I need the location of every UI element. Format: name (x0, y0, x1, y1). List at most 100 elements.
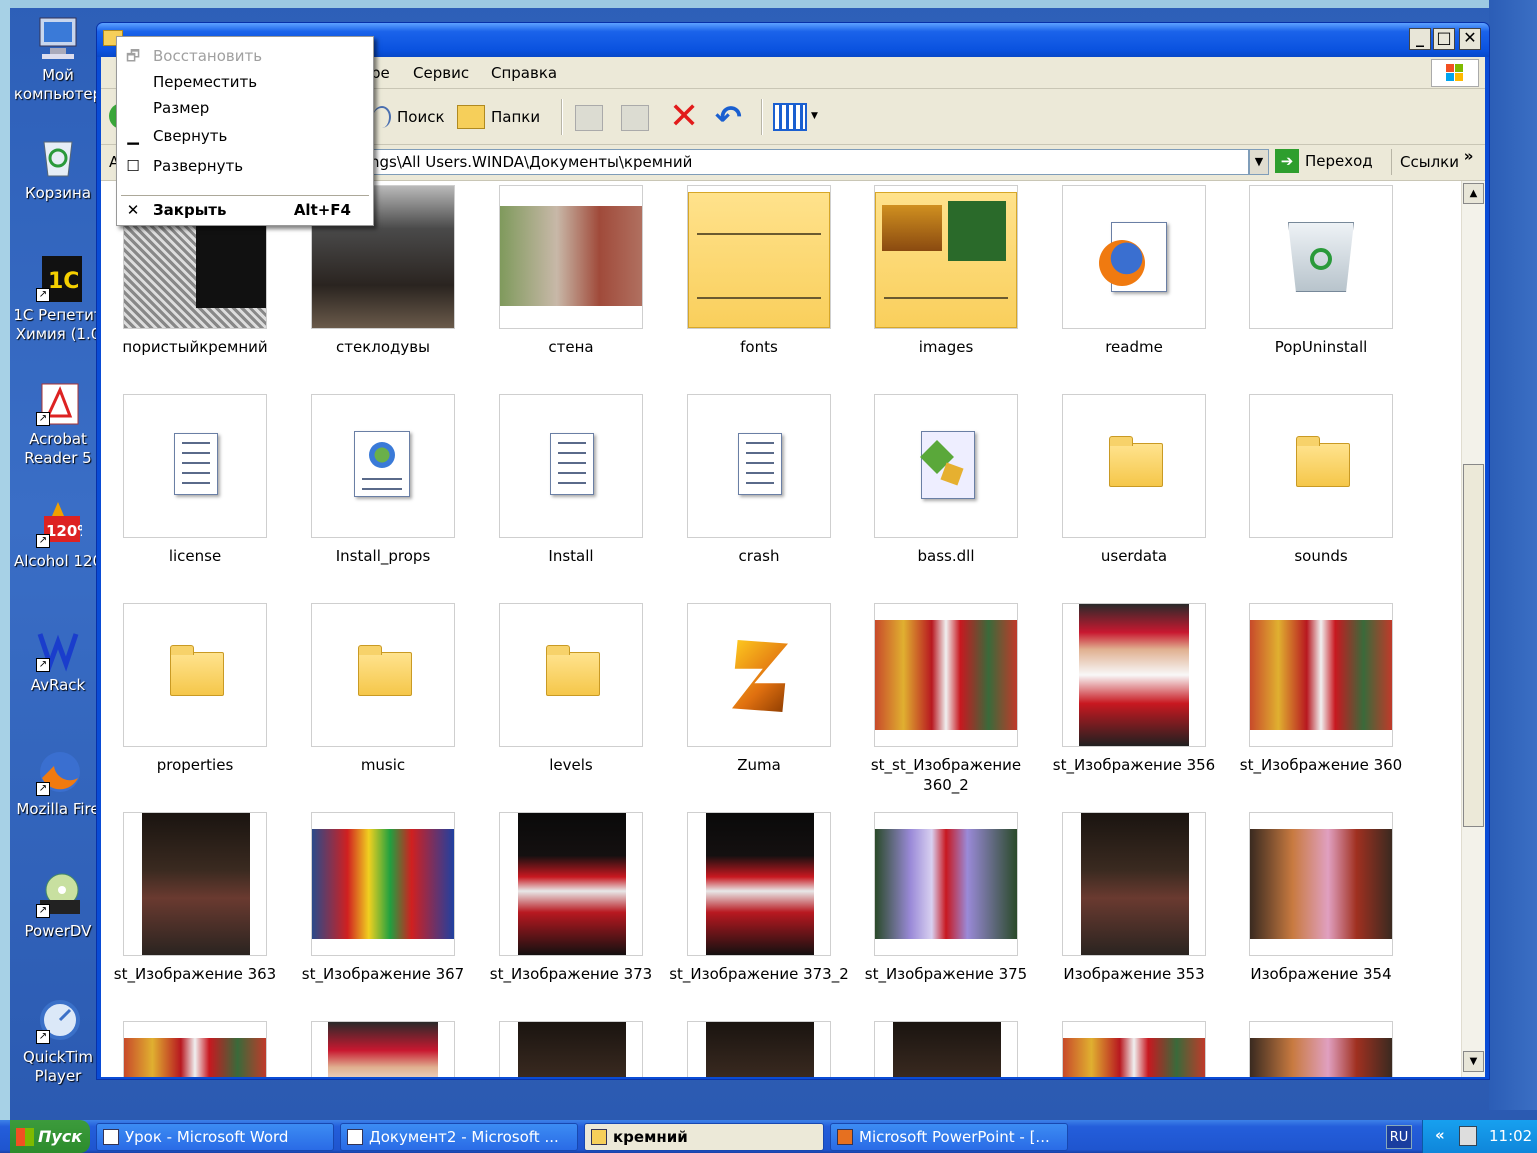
system-tray: « 11:02 (1422, 1120, 1537, 1153)
folder-icon (1062, 394, 1206, 538)
desktop-icon-label: AvRack (30, 676, 86, 694)
file-item[interactable]: crash (665, 394, 853, 566)
file-item[interactable]: fonts (665, 185, 853, 357)
file-item[interactable]: st_Изображение 356 (1040, 603, 1228, 775)
menu-item-size[interactable]: Размер (117, 95, 373, 121)
file-item[interactable] (1040, 1021, 1228, 1077)
file-item-label: st_Изображение 363 (113, 965, 277, 983)
scroll-down-arrow-icon[interactable]: ▼ (1463, 1051, 1484, 1072)
taskbar-button-word[interactable]: Урок - Microsoft Word (96, 1123, 334, 1151)
taskbar-button-powerpoint[interactable]: Microsoft PowerPoint - [... (830, 1123, 1068, 1151)
file-item[interactable]: st_Изображение 363 (101, 812, 289, 984)
desktop-icon-acrobat[interactable]: ↗ Acrobat Reader 5 (10, 378, 106, 468)
photo-thumbnail (311, 812, 455, 956)
delete-icon[interactable]: ✕ (669, 97, 699, 137)
taskbar-button-label: Microsoft PowerPoint - [... (859, 1128, 1050, 1146)
file-item[interactable]: st_Изображение 375 (852, 812, 1040, 984)
file-item[interactable] (289, 1021, 477, 1077)
menu-help[interactable]: Справка (491, 64, 557, 82)
file-item[interactable]: license (101, 394, 289, 566)
file-item[interactable]: Install (477, 394, 665, 566)
file-item-label: bass.dll (917, 547, 975, 565)
recycle-bin-icon (34, 132, 82, 180)
file-item[interactable]: PopUninstall (1227, 185, 1415, 357)
folders-button[interactable]: Папки (457, 103, 540, 131)
file-item[interactable]: st_Изображение 373_2 (665, 812, 853, 984)
address-dropdown-arrow-icon[interactable]: ▼ (1249, 149, 1269, 175)
file-item[interactable] (477, 1021, 665, 1077)
desktop-icon-firefox[interactable]: ↗ Mozilla Fire (10, 748, 106, 819)
move-to-icon[interactable] (575, 105, 603, 131)
file-item[interactable]: bass.dll (852, 394, 1040, 566)
desktop-icon-recycle-bin[interactable]: Корзина (10, 132, 106, 203)
file-item[interactable]: Изображение 354 (1227, 812, 1415, 984)
file-item[interactable]: levels (477, 603, 665, 775)
window-system-menu: 🗗 Восстановить Переместить Размер ▁ Сверну… (116, 36, 374, 226)
close-button[interactable]: ✕ (1459, 28, 1481, 50)
file-item[interactable]: Zuma (665, 603, 853, 775)
desktop-icon-1c[interactable]: 1C ↗ 1С Репетит Химия (1.0 (10, 254, 106, 344)
file-icon (1062, 185, 1206, 329)
go-arrow-icon: ➔ (1275, 149, 1299, 173)
folder-icon (499, 603, 643, 747)
file-item[interactable]: userdata (1040, 394, 1228, 566)
file-item[interactable]: music (289, 603, 477, 775)
file-item-label: Install_props (335, 547, 431, 565)
taskbar-button-word2[interactable]: Документ2 - Microsoft ... (340, 1123, 578, 1151)
menu-item-close[interactable]: ✕ Закрыть Alt+F4 (117, 197, 373, 223)
network-icon[interactable] (1459, 1126, 1477, 1146)
file-item-label: стена (548, 338, 594, 356)
file-item[interactable]: st_Изображение 367 (289, 812, 477, 984)
menu-separator (121, 195, 369, 196)
desktop-icon-powerdvd[interactable]: ↗ PowerDV (10, 870, 106, 941)
menu-item-label: Развернуть (153, 157, 244, 175)
file-item[interactable]: readme (1040, 185, 1228, 357)
file-item[interactable]: стена (477, 185, 665, 357)
links-button[interactable]: Ссылки » (1391, 147, 1474, 175)
file-item[interactable]: sounds (1227, 394, 1415, 566)
menu-item-move[interactable]: Переместить (117, 69, 373, 95)
tray-expand-chevron[interactable]: « (1435, 1126, 1445, 1144)
file-item[interactable]: Install_props (289, 394, 477, 566)
language-indicator[interactable]: RU (1386, 1125, 1412, 1149)
search-button[interactable]: Поиск (373, 103, 445, 131)
file-item[interactable]: properties (101, 603, 289, 775)
clock[interactable]: 11:02 (1489, 1127, 1532, 1145)
file-item[interactable]: st_Изображение 373 (477, 812, 665, 984)
views-icon[interactable] (773, 103, 807, 131)
go-button[interactable]: ➔ Переход (1275, 149, 1373, 173)
1c-icon: 1C ↗ (34, 254, 82, 302)
file-item[interactable]: st_st_Изображение 360_2 (852, 603, 1040, 795)
shortcut-label: Alt+F4 (293, 201, 351, 219)
menu-service[interactable]: Сервис (413, 64, 469, 82)
file-item[interactable] (665, 1021, 853, 1077)
undo-icon[interactable]: ↶ (715, 97, 742, 137)
menu-item-minimize[interactable]: ▁ Свернуть (117, 123, 373, 149)
desktop-icon-my-computer[interactable]: Мой компьютер (10, 14, 106, 104)
file-item[interactable] (852, 1021, 1040, 1077)
scroll-up-arrow-icon[interactable]: ▲ (1463, 183, 1484, 204)
taskbar-button-explorer[interactable]: кремний (584, 1123, 824, 1151)
address-input[interactable]: ngs\All Users.WINDA\Документы\кремний (361, 149, 1249, 175)
desktop-icon-avrack[interactable]: ↗ AvRack (10, 624, 106, 695)
minimize-button[interactable]: _ (1409, 28, 1431, 50)
scroll-thumb[interactable] (1463, 464, 1484, 827)
toolbar-separator (761, 99, 763, 135)
views-dropdown-arrow-icon[interactable]: ▼ (811, 111, 818, 121)
menu-item-maximize[interactable]: ☐ Развернуть (117, 153, 373, 179)
desktop-icon-quicktime[interactable]: ↗ QuickTim Player (10, 996, 106, 1086)
file-item[interactable]: Изображение 353 (1040, 812, 1228, 984)
desktop-icon-alcohol[interactable]: 120%↗ Alcohol 120 (10, 500, 106, 571)
photo-thumbnail (874, 812, 1018, 956)
photo-thumbnail (1249, 1021, 1393, 1077)
maximize-button[interactable]: □ (1433, 28, 1455, 50)
copy-to-icon[interactable] (621, 105, 649, 131)
file-item[interactable]: st_Изображение 360 (1227, 603, 1415, 775)
vertical-scrollbar[interactable]: ▲ ▼ (1461, 181, 1485, 1077)
links-chevron-icon: » (1463, 147, 1474, 165)
start-button[interactable]: Пуск (10, 1120, 90, 1153)
file-item[interactable]: images (852, 185, 1040, 357)
file-item[interactable] (101, 1021, 289, 1077)
file-item[interactable] (1227, 1021, 1415, 1077)
file-item-label: levels (549, 756, 593, 774)
